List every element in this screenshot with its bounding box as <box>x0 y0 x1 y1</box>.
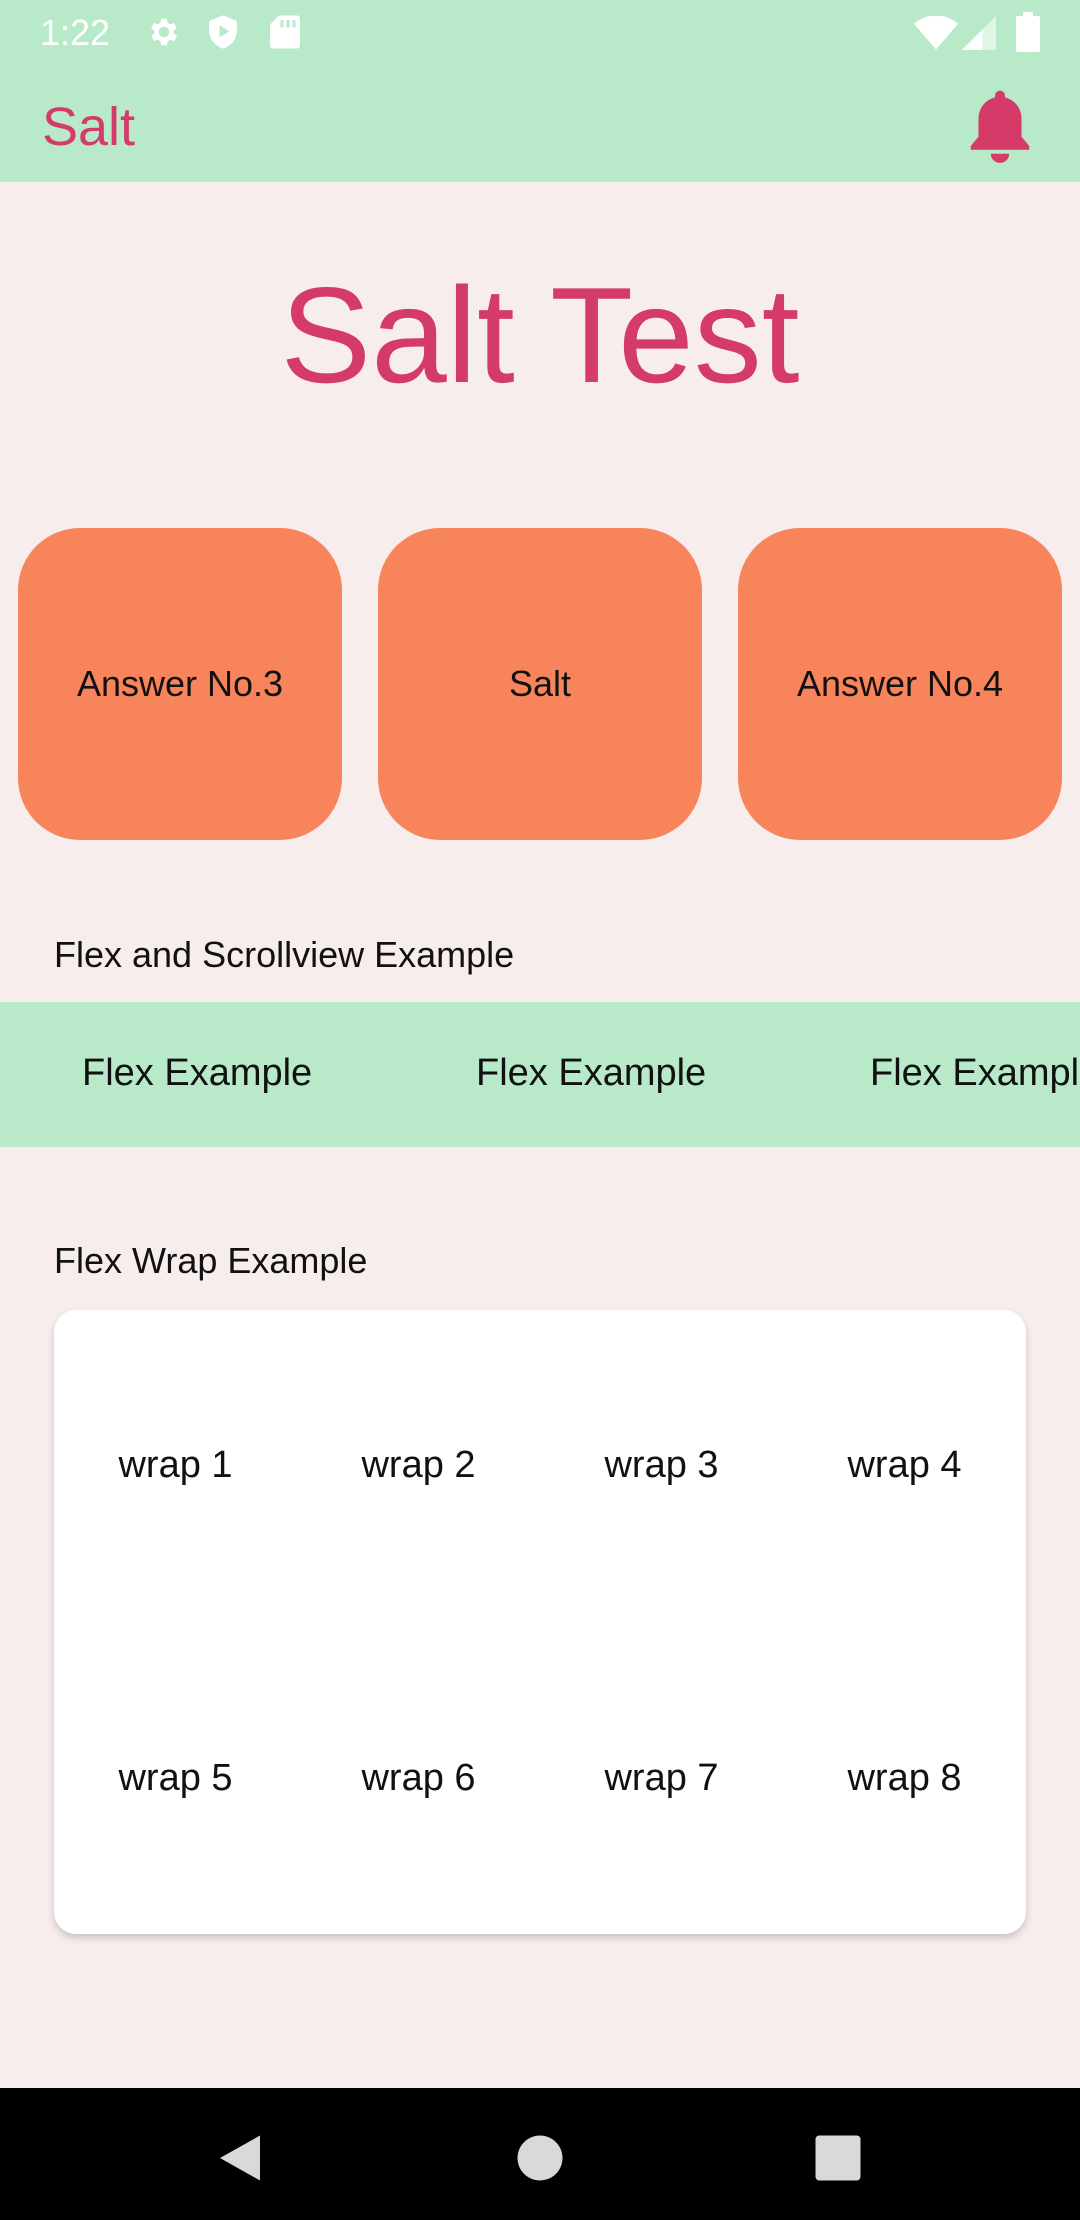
answer-card-label: Answer No.4 <box>796 663 1004 704</box>
wrap-item: wrap 4 <box>847 1444 962 1486</box>
wrap-item: wrap 3 <box>604 1444 719 1486</box>
wrap-item: wrap 8 <box>847 1757 962 1799</box>
answer-card[interactable]: Salt <box>378 528 702 840</box>
wrap-card: wrap 1 wrap 2 wrap 3 wrap 4 wrap 5 wrap … <box>54 1310 1026 1934</box>
status-bar: 1:22 <box>0 0 1080 66</box>
battery-icon <box>1016 12 1040 52</box>
flex-scrollview[interactable]: Flex Example Flex Example Flex Example <box>0 1002 1080 1147</box>
flex-item: Flex Example <box>476 1052 707 1094</box>
wrap-item: wrap 7 <box>604 1757 719 1799</box>
app-bar: Salt <box>0 66 1080 182</box>
page-title: Salt Test <box>280 259 800 411</box>
notification-button[interactable] <box>962 86 1038 166</box>
flex-item: Flex Example <box>870 1052 1080 1094</box>
answer-card-label: Salt <box>508 663 572 704</box>
gear-icon <box>151 18 178 46</box>
status-time: 1:22 <box>40 12 111 53</box>
home-icon[interactable] <box>510 2128 570 2188</box>
shield-play-icon <box>209 15 237 49</box>
wrap-section-label: Flex Wrap Example <box>54 1240 368 1281</box>
app-title: Salt <box>42 97 136 157</box>
answer-row: Answer No.3 Salt Answer No.4 <box>0 528 1080 840</box>
system-nav-bar <box>0 2088 1080 2220</box>
wrap-item: wrap 2 <box>361 1444 476 1486</box>
bell-icon <box>970 90 1030 163</box>
wrap-item: wrap 5 <box>118 1757 233 1799</box>
answer-card[interactable]: Answer No.3 <box>18 528 342 840</box>
wrap-item: wrap 1 <box>118 1444 233 1486</box>
answer-card-label: Answer No.3 <box>76 663 284 704</box>
back-icon[interactable] <box>210 2128 270 2188</box>
answer-card[interactable]: Answer No.4 <box>738 528 1062 840</box>
sd-card-icon <box>270 15 300 49</box>
recents-icon[interactable] <box>808 2128 868 2188</box>
wifi-icon <box>914 16 958 50</box>
signal-icon <box>962 16 996 50</box>
flex-item: Flex Example <box>82 1052 313 1094</box>
flex-section-label: Flex and Scrollview Example <box>54 934 515 975</box>
wrap-item: wrap 6 <box>361 1757 476 1799</box>
